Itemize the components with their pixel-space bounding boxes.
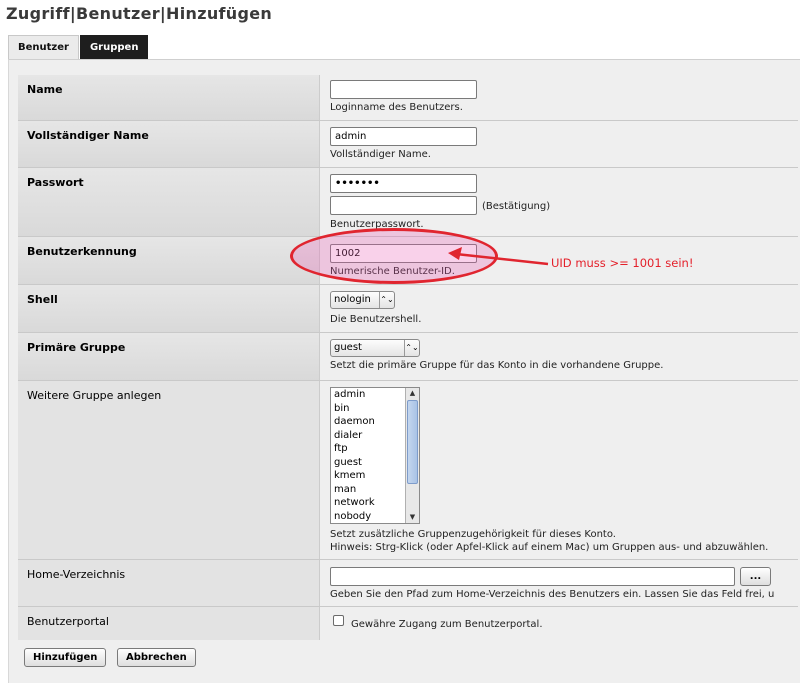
- row-fullname: Vollständiger Name admin Vollständiger N…: [18, 121, 798, 168]
- listbox-scrollbar[interactable]: ▲ ▼: [405, 388, 419, 523]
- scroll-down-icon[interactable]: ▼: [406, 512, 419, 523]
- row-home: Home-Verzeichnis ... Geben Sie den Pfad …: [18, 560, 798, 607]
- browse-button[interactable]: ...: [740, 567, 771, 586]
- more-groups-label: Weitere Gruppe anlegen: [18, 381, 320, 559]
- arrow-icon: [448, 247, 549, 266]
- more-groups-listbox[interactable]: admin bin daemon dialer ftp guest kmem m…: [330, 387, 420, 524]
- fullname-hint: Vollständiger Name.: [330, 149, 431, 160]
- scroll-up-icon[interactable]: ▲: [406, 388, 419, 399]
- annotation-text: UID muss >= 1001 sein!: [551, 256, 694, 270]
- select-arrows-icon: ⌃⌄: [379, 292, 394, 308]
- portal-checkbox[interactable]: [333, 615, 344, 626]
- name-hint: Loginname des Benutzers.: [330, 102, 463, 113]
- uid-label: Benutzerkennung: [18, 237, 320, 284]
- home-input[interactable]: [330, 567, 735, 586]
- password-confirm-input[interactable]: [330, 196, 477, 215]
- portal-checkbox-label: Gewähre Zugang zum Benutzerportal.: [351, 619, 543, 630]
- page-title: Zugriff|Benutzer|Hinzufügen: [6, 4, 273, 23]
- cancel-button[interactable]: Abbrechen: [117, 648, 196, 667]
- tab-gruppen[interactable]: Gruppen: [79, 35, 149, 59]
- more-groups-hint: Setzt zusätzliche Gruppenzugehörigkeit f…: [330, 529, 616, 540]
- home-label: Home-Verzeichnis: [18, 560, 320, 606]
- password-label: Passwort: [18, 168, 320, 236]
- more-groups-note: Hinweis: Strg-Klick (oder Apfel-Klick au…: [330, 542, 769, 553]
- row-primary-group: Primäre Gruppe guest ⌃⌄ Setzt die primär…: [18, 333, 798, 381]
- row-portal: Benutzerportal Gewähre Zugang zum Benutz…: [18, 607, 798, 640]
- shell-select[interactable]: nologin ⌃⌄: [330, 291, 395, 309]
- primary-group-hint: Setzt die primäre Gruppe für das Konto i…: [330, 360, 664, 371]
- password-confirm-label: (Bestätigung): [482, 201, 551, 212]
- select-arrows-icon: ⌃⌄: [404, 340, 419, 356]
- tab-bar: Benutzer Gruppen: [8, 35, 149, 59]
- row-more-groups: Weitere Gruppe anlegen admin bin daemon …: [18, 381, 798, 560]
- row-password: Passwort ••••••• (Bestätigung) Benutzerp…: [18, 168, 798, 237]
- shell-label: Shell: [18, 285, 320, 332]
- primary-group-value: guest: [334, 342, 362, 353]
- password-input[interactable]: •••••••: [330, 174, 477, 193]
- fullname-input[interactable]: admin: [330, 127, 477, 146]
- fullname-label: Vollständiger Name: [18, 121, 320, 167]
- add-button[interactable]: Hinzufügen: [24, 648, 107, 667]
- row-name: Name Loginname des Benutzers.: [18, 75, 798, 121]
- portal-label: Benutzerportal: [18, 607, 320, 640]
- primary-group-select[interactable]: guest ⌃⌄: [330, 339, 420, 357]
- scrollbar-thumb[interactable]: [407, 400, 418, 484]
- primary-group-label: Primäre Gruppe: [18, 333, 320, 380]
- home-hint: Geben Sie den Pfad zum Home-Verzeichnis …: [330, 589, 775, 600]
- row-shell: Shell nologin ⌃⌄ Die Benutzershell.: [18, 285, 798, 333]
- tab-benutzer[interactable]: Benutzer: [8, 35, 79, 59]
- shell-hint: Die Benutzershell.: [330, 314, 422, 325]
- shell-value: nologin: [334, 294, 371, 305]
- name-input[interactable]: [330, 80, 477, 99]
- name-label: Name: [18, 75, 320, 120]
